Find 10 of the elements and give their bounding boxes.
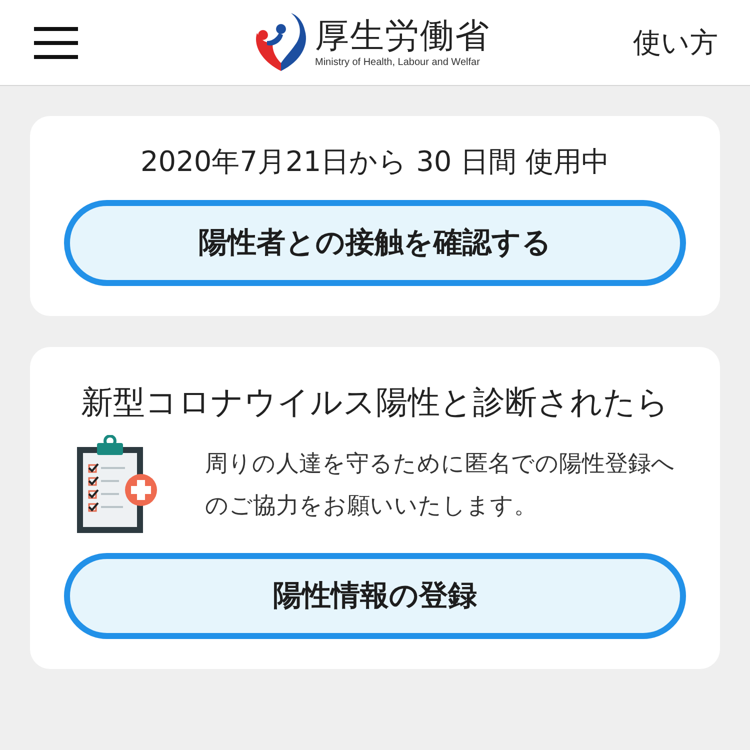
register-positive-button[interactable]: 陽性情報の登録	[64, 553, 686, 639]
check-contact-button[interactable]: 陽性者との接触を確認する	[64, 200, 686, 286]
help-link[interactable]: 使い方	[633, 24, 718, 62]
logo-title: 厚生労働省	[315, 16, 490, 56]
registration-message: 周りの人達を守るために匿名での陽性登録へのご協力をお願いいたします。	[205, 450, 676, 521]
card-title: 新型コロナウイルス陽性と診断されたら	[80, 382, 670, 423]
menu-icon[interactable]	[34, 24, 78, 60]
clipboard-icon	[75, 435, 159, 535]
usage-status: 2020年7月21日から 30 日間 使用中	[140, 144, 610, 180]
logo-subtitle: Ministry of Health, Labour and Welfar	[315, 56, 481, 70]
